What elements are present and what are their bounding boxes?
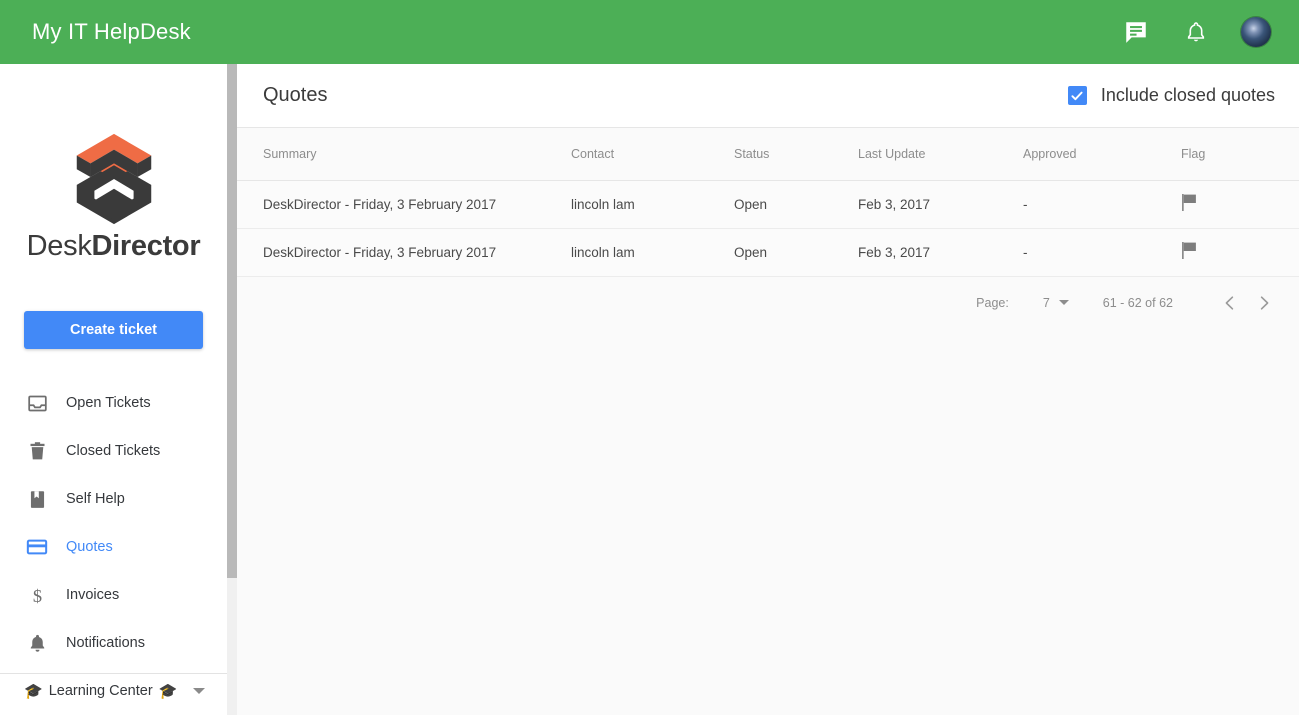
pagination-range: 61 - 62 of 62 [1102, 295, 1173, 310]
learning-center-label: Learning Center [48, 683, 153, 699]
sidebar-item-open-tickets[interactable]: Open Tickets [0, 379, 227, 427]
column-header-summary[interactable]: Summary [237, 128, 571, 181]
bookmark-icon [24, 486, 50, 512]
cell-flag [1181, 228, 1299, 277]
create-ticket-button[interactable]: Create ticket [24, 311, 203, 349]
flag-icon[interactable] [1181, 241, 1198, 263]
page-title: Quotes [263, 84, 328, 106]
prev-page-icon[interactable] [1213, 286, 1247, 320]
sidebar-item-invoices[interactable]: $ Invoices [0, 571, 227, 619]
cell-status: Open [734, 180, 858, 229]
sidebar-item-closed-tickets[interactable]: Closed Tickets [0, 427, 227, 475]
brand-word-bold: Director [91, 230, 201, 262]
chevron-down-icon [1058, 300, 1069, 305]
next-page-icon[interactable] [1247, 286, 1281, 320]
brand-logo: DeskDirector [0, 64, 227, 263]
cell-status: Open [734, 228, 858, 277]
table-row[interactable]: DeskDirector - Friday, 3 February 2017 l… [237, 228, 1299, 277]
content-header: Quotes Include closed quotes [237, 64, 1299, 128]
chevron-down-icon [193, 688, 206, 694]
pagination-page-value: 7 [1042, 295, 1050, 310]
sidebar-item-notifications[interactable]: Notifications [0, 619, 227, 667]
cell-summary: DeskDirector - Friday, 3 February 2017 [237, 228, 571, 277]
quotes-table-head: Summary Contact Status Last Update Appro… [237, 128, 1299, 181]
main-content: Quotes Include closed quotes Summary Con… [237, 64, 1299, 715]
include-closed-quotes-label: Include closed quotes [1100, 85, 1275, 105]
svg-text:$: $ [32, 586, 41, 606]
sidebar-item-label: Closed Tickets [66, 443, 161, 459]
sidebar-item-self-help[interactable]: Self Help [0, 475, 227, 523]
table-row[interactable]: DeskDirector - Friday, 3 February 2017 l… [237, 180, 1299, 229]
sidebar: DeskDirector Create ticket Open Tickets … [0, 64, 227, 715]
app-title: My IT HelpDesk [32, 19, 191, 44]
sidebar-item-label: Open Tickets [66, 395, 151, 411]
graduation-cap-icon: 🎓 [24, 682, 43, 700]
sidebar-item-label: Invoices [66, 587, 120, 603]
cell-approved: - [1023, 228, 1181, 277]
top-app-bar: My IT HelpDesk [0, 0, 1299, 64]
pagination-page-select[interactable]: 7 [1043, 296, 1069, 310]
table-header-row: Summary Contact Status Last Update Appro… [237, 128, 1299, 181]
notifications-bell-icon[interactable] [1181, 17, 1211, 47]
pagination-page-label: Page: [976, 295, 1009, 310]
include-closed-quotes-toggle[interactable]: Include closed quotes [1067, 85, 1275, 106]
column-header-approved[interactable]: Approved [1023, 128, 1181, 181]
pagination-bar: Page: 7 61 - 62 of 62 [237, 277, 1299, 329]
topbar-actions [1121, 17, 1271, 47]
sidebar-item-quotes[interactable]: Quotes [0, 523, 227, 571]
cell-last-update: Feb 3, 2017 [858, 228, 1023, 277]
cell-last-update: Feb 3, 2017 [858, 180, 1023, 229]
card-icon [24, 534, 50, 560]
cell-contact: lincoln lam [571, 228, 734, 277]
dollar-icon: $ [24, 582, 50, 608]
graduation-cap-icon: 🎓 [158, 682, 178, 700]
column-header-last-update[interactable]: Last Update [858, 128, 1023, 181]
column-header-status[interactable]: Status [734, 128, 858, 181]
sidebar-item-label: Self Help [66, 491, 125, 507]
cell-approved: - [1023, 180, 1181, 229]
quotes-table-body: DeskDirector - Friday, 3 February 2017 l… [237, 180, 1299, 277]
bell-icon [24, 630, 50, 656]
include-closed-quotes-checkbox[interactable] [1067, 86, 1087, 105]
deskdirector-logo-icon [76, 133, 151, 225]
brand-wordmark: DeskDirector [27, 230, 201, 263]
column-header-flag[interactable]: Flag [1181, 128, 1299, 181]
brand-word-light: Desk [26, 230, 92, 262]
cell-contact: lincoln lam [571, 180, 734, 229]
trash-icon [24, 438, 50, 464]
cell-flag [1181, 180, 1299, 229]
cell-summary: DeskDirector - Friday, 3 February 2017 [237, 180, 571, 229]
column-header-contact[interactable]: Contact [571, 128, 734, 181]
sidebar-item-label: Quotes [66, 539, 113, 555]
sidebar-scrollbar-thumb[interactable] [227, 64, 237, 578]
inbox-icon [24, 390, 50, 416]
quotes-table: Summary Contact Status Last Update Appro… [237, 128, 1299, 277]
messages-icon[interactable] [1121, 17, 1151, 47]
sidebar-item-label: Notifications [66, 635, 145, 651]
user-avatar[interactable] [1241, 17, 1271, 47]
flag-icon[interactable] [1181, 193, 1198, 215]
learning-center-menu[interactable]: 🎓 Learning Center 🎓 [0, 674, 227, 708]
sidebar-nav: Open Tickets Closed Tickets Self Help Qu… [0, 379, 227, 708]
